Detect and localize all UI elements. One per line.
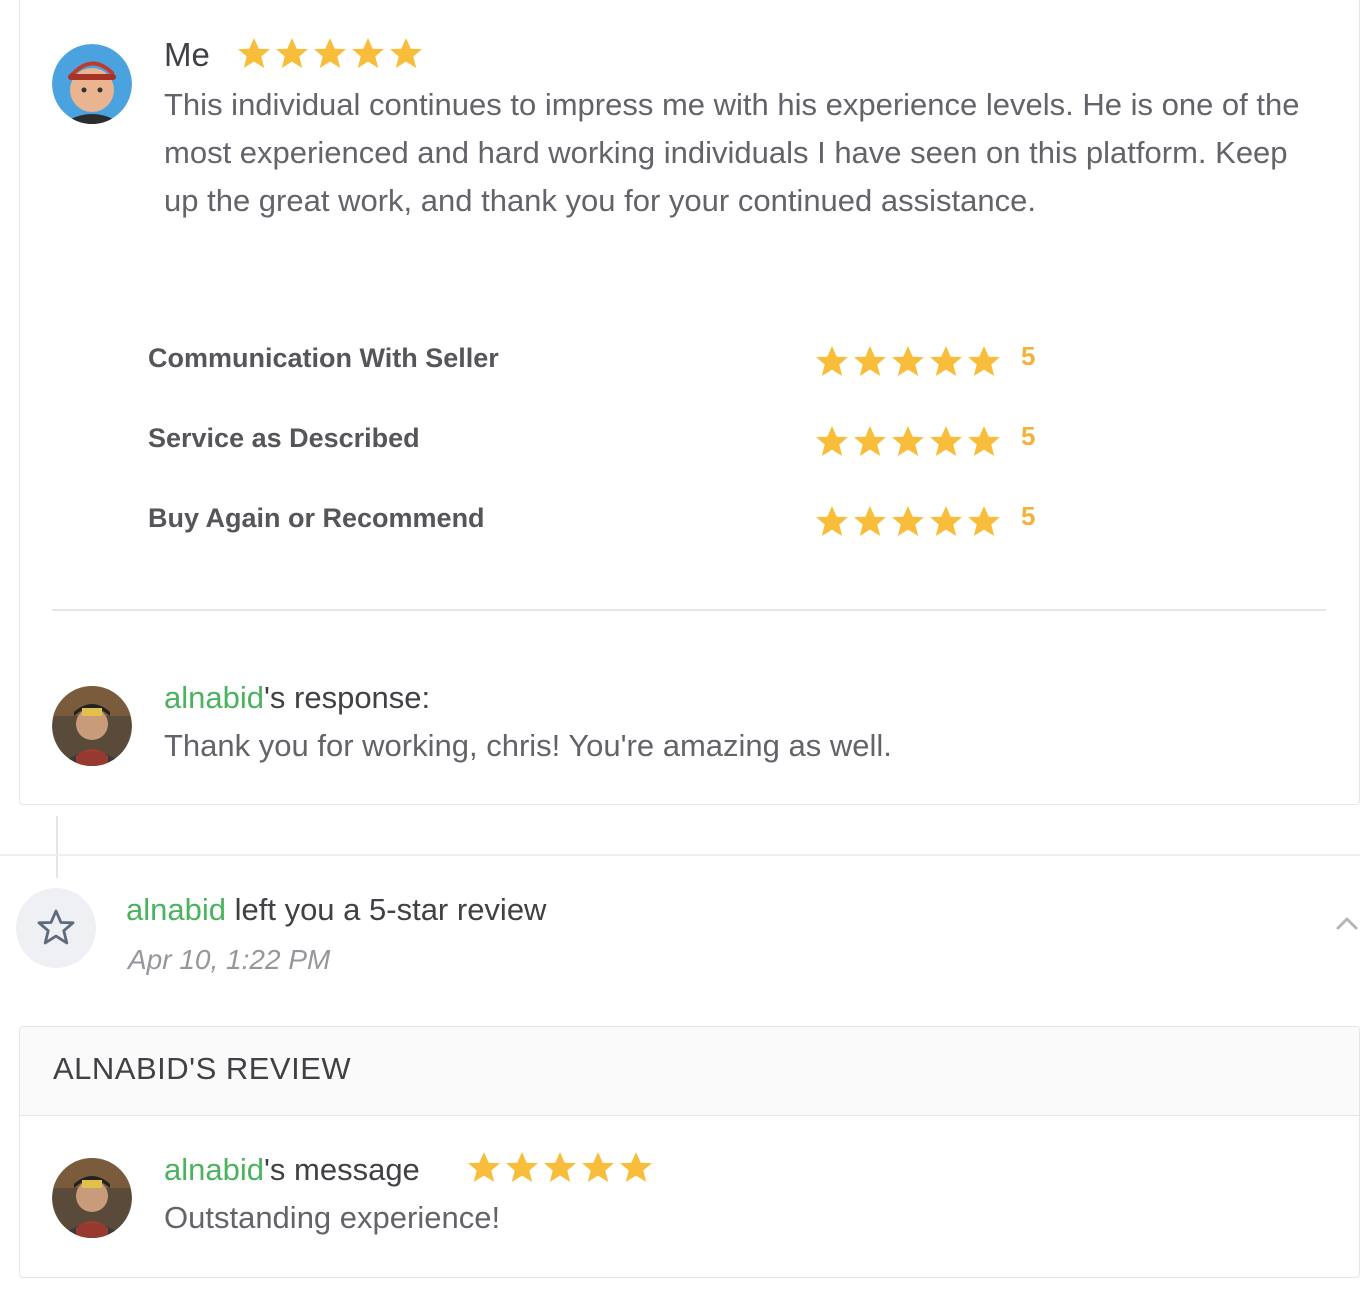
reviewer-name: Me <box>164 36 210 73</box>
rating-stars-recommend: 5 <box>815 500 1036 540</box>
rating-stars-service: 5 <box>815 420 1036 460</box>
star-icon <box>390 38 422 68</box>
seller-message-heading-suffix: 's message <box>263 1152 420 1187</box>
star-icon <box>352 38 384 68</box>
star-icon <box>892 346 924 376</box>
star-icon <box>892 506 924 536</box>
star-icon <box>892 426 924 456</box>
rating-label-service: Service as Described <box>148 423 420 453</box>
seller-message-text: Outstanding experience! <box>164 1200 501 1235</box>
seller-message-username-link[interactable]: alnabid <box>164 1152 264 1187</box>
collapse-toggle[interactable] <box>1334 910 1360 936</box>
timeline-connector <box>56 816 58 878</box>
star-icon <box>582 1152 614 1182</box>
seller-message-avatar[interactable] <box>52 1158 132 1238</box>
rating-stars-communication: 5 <box>815 340 1036 380</box>
star-icon <box>930 346 962 376</box>
star-icon <box>930 426 962 456</box>
seller-username-link[interactable]: alnabid <box>164 680 264 715</box>
star-icon <box>620 1152 652 1182</box>
seller-avatar[interactable] <box>52 686 132 766</box>
seller-review-header: ALNABID'S REVIEW <box>20 1027 1359 1116</box>
star-icon <box>854 426 886 456</box>
activity-action: left you a 5-star review <box>225 892 547 927</box>
star-icon <box>544 1152 576 1182</box>
activity-timestamp: Apr 10, 1:22 PM <box>128 944 331 975</box>
response-heading-suffix: 's response: <box>263 680 431 715</box>
overall-rating-stars <box>236 36 432 72</box>
seller-review-header-title: ALNABID'S REVIEW <box>53 1051 352 1086</box>
activity-icon-badge <box>16 888 96 968</box>
star-icon <box>506 1152 538 1182</box>
star-icon <box>854 506 886 536</box>
chevron-up-icon <box>1336 917 1358 930</box>
star-icon <box>816 346 848 376</box>
star-icon <box>314 38 346 68</box>
star-icon <box>854 346 886 376</box>
star-icon <box>816 426 848 456</box>
rating-label-recommend: Buy Again or Recommend <box>148 503 485 533</box>
rating-value-recommend: 5 <box>1021 500 1036 531</box>
star-icon <box>968 346 1000 376</box>
star-icon <box>238 38 270 68</box>
star-icon <box>968 426 1000 456</box>
star-icon <box>468 1152 500 1182</box>
activity-username-link[interactable]: alnabid <box>126 892 226 927</box>
response-heading: alnabid's response: <box>164 680 430 716</box>
star-icon <box>968 506 1000 536</box>
star-icon <box>816 506 848 536</box>
rating-value-service: 5 <box>1021 420 1036 451</box>
buyer-avatar[interactable] <box>52 44 132 124</box>
activity-separator <box>0 854 1360 856</box>
seller-message-heading: alnabid's message <box>164 1152 420 1188</box>
rating-label-communication: Communication With Seller <box>148 343 499 373</box>
review-text: This individual continues to impress me … <box>164 87 1300 218</box>
seller-rating-stars <box>466 1150 660 1186</box>
divider <box>52 609 1326 611</box>
response-text: Thank you for working, chris! You're ama… <box>164 728 892 763</box>
rating-value-communication: 5 <box>1021 340 1036 371</box>
star-icon <box>276 38 308 68</box>
star-icon <box>930 506 962 536</box>
activity-title: alnabid left you a 5-star review <box>126 892 546 928</box>
star-outline-icon <box>37 909 75 945</box>
